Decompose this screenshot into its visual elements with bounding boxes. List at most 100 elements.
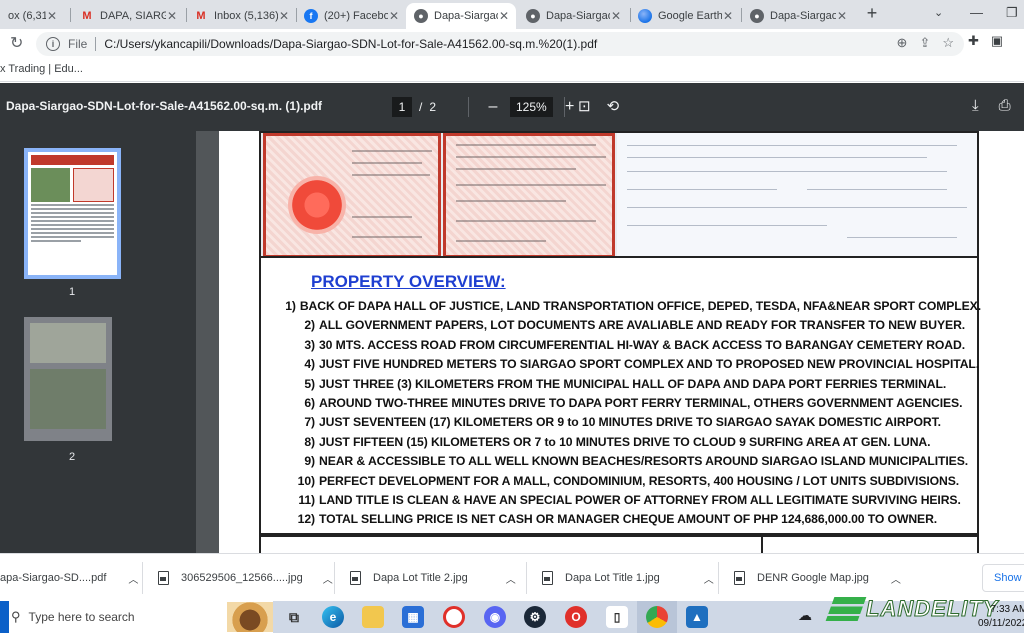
- taskbar-search-box[interactable]: ⚲ Type here to search: [9, 601, 273, 633]
- tab-label: DAPA, SIARGA: [100, 10, 166, 22]
- file-explorer-icon[interactable]: [362, 606, 384, 628]
- close-icon[interactable]: ✕: [46, 9, 58, 23]
- maximize-icon[interactable]: ❐: [1006, 5, 1018, 21]
- steam-icon[interactable]: ⚙: [524, 606, 546, 628]
- overview-title: PROPERTY OVERVIEW:: [311, 272, 506, 291]
- print-icon[interactable]: ⎙: [999, 97, 1011, 114]
- address-bar[interactable]: i File C:/Users/ykancapili/Downloads/Dap…: [36, 32, 964, 56]
- earth-icon: [638, 9, 652, 23]
- discord-icon[interactable]: ◉: [484, 606, 506, 628]
- contact-table-top: [259, 535, 979, 553]
- store-icon[interactable]: ▦: [402, 606, 424, 628]
- pdf-toolbar: Dapa-Siargao-SDN-Lot-for-Sale-A41562.00-…: [0, 83, 1024, 131]
- close-icon[interactable]: ✕: [498, 9, 510, 23]
- opera-icon[interactable]: [443, 606, 465, 628]
- search-placeholder: Type here to search: [28, 610, 135, 624]
- system-clock[interactable]: 7:33 AM 09/11/2022: [978, 603, 1024, 631]
- tab-dapa-siargao[interactable]: ● Dapa-Siargao ✕: [518, 3, 628, 29]
- start-button[interactable]: [0, 601, 9, 633]
- download-item[interactable]: DENR Google Map.jpg ︿: [734, 554, 914, 602]
- close-icon[interactable]: ✕: [722, 9, 734, 23]
- bookmarks-bar: x Trading | Edu...: [0, 58, 1024, 82]
- download-icon[interactable]: ⤓: [972, 97, 979, 114]
- tab-dapa-siargao-active[interactable]: ● Dapa-Siargao ✕: [406, 3, 516, 29]
- tab-google-earth[interactable]: Google Earth ✕: [630, 3, 740, 29]
- chevron-up-icon[interactable]: ︿: [891, 571, 901, 586]
- list-item: 9) NEAR & ACCESSIBLE TO ALL WELL KNOWN BE…: [304, 454, 969, 469]
- clock-date: 09/11/2022: [978, 618, 1024, 629]
- file-icon: [734, 571, 745, 585]
- weather-icon[interactable]: ☁: [798, 607, 812, 624]
- close-icon[interactable]: ✕: [166, 9, 178, 23]
- globe-icon: ●: [414, 9, 428, 23]
- download-item[interactable]: Dapa Lot Title 2.jpg ︿: [350, 554, 530, 602]
- land-title-scan-left: [263, 133, 441, 256]
- minimize-icon[interactable]: —: [970, 5, 983, 20]
- photos-icon[interactable]: ▲: [686, 606, 708, 628]
- chevron-up-icon[interactable]: ︿: [323, 571, 333, 586]
- gmail-icon: M: [196, 10, 206, 22]
- overview-list: 1) BACK OF DAPA HALL OF JUSTICE, LAND TRA…: [281, 299, 981, 532]
- show-all-downloads-button[interactable]: Show a: [982, 564, 1024, 592]
- rotate-icon[interactable]: ⟲: [607, 97, 620, 115]
- zoom-out-button[interactable]: –: [486, 98, 500, 116]
- url-text[interactable]: C:/Users/ykancapili/Downloads/Dapa-Siarg…: [104, 37, 597, 51]
- tab-dapa-siargao-2[interactable]: ● Dapa-Siargao ✕: [742, 3, 854, 29]
- page-thumbnail-2[interactable]: [24, 317, 112, 441]
- bookmark-item[interactable]: x Trading | Edu...: [0, 63, 83, 75]
- task-view-icon[interactable]: ⧉: [283, 606, 305, 628]
- list-item: 6) AROUND TWO-THREE MINUTES DRIVE TO DAPA…: [304, 395, 963, 410]
- fit-to-page-icon[interactable]: ⊡: [578, 97, 591, 115]
- tab-gmail-inbox[interactable]: M Inbox (5,136) ✕: [186, 3, 296, 29]
- page-number-input[interactable]: 1: [392, 97, 412, 117]
- file-icon: [542, 571, 553, 585]
- tab-label: Google Earth: [658, 10, 722, 22]
- close-icon[interactable]: ✕: [610, 9, 622, 23]
- tab-strip: ox (6,312) ✕ M DAPA, SIARGA ✕ M Inbox (5…: [0, 0, 1024, 29]
- download-item[interactable]: Dapa Lot Title 1.jpg ︿: [542, 554, 722, 602]
- tab-search-chevron-icon[interactable]: ⌄: [934, 6, 943, 19]
- chevron-up-icon[interactable]: ︿: [506, 571, 516, 586]
- chevron-up-icon[interactable]: ︿: [128, 571, 138, 586]
- close-icon[interactable]: ✕: [836, 9, 848, 23]
- facebook-icon: f: [304, 9, 318, 23]
- download-item[interactable]: apa-Siargao-SD....pdf ︿: [0, 554, 140, 602]
- close-icon[interactable]: ✕: [278, 9, 290, 23]
- reload-icon[interactable]: ↻: [10, 33, 23, 53]
- tab-label: Dapa-Siargao: [546, 10, 610, 22]
- download-item[interactable]: 306529506_12566.....jpg ︿: [158, 554, 338, 602]
- page-total: 2: [429, 100, 437, 114]
- edge-icon[interactable]: e: [322, 606, 344, 628]
- bookmark-star-icon[interactable]: ☆: [942, 35, 954, 51]
- opera-gx-icon[interactable]: O: [565, 606, 587, 628]
- tab-gmail-dapa[interactable]: M DAPA, SIARGA ✕: [72, 3, 184, 29]
- notepad-icon[interactable]: ▯: [606, 606, 628, 628]
- tab-mail[interactable]: ox (6,312) ✕: [0, 3, 64, 29]
- sidebar-panel-icon[interactable]: ▣: [991, 33, 1003, 49]
- search-icon: ⚲: [11, 609, 21, 624]
- share-icon[interactable]: ⇪: [919, 35, 930, 51]
- zoom-icon[interactable]: ⊕: [897, 35, 908, 51]
- url-scheme: File: [68, 37, 88, 51]
- tab-facebook[interactable]: f (20+) Faceboo ✕: [296, 3, 406, 29]
- zoom-level-input[interactable]: 125%: [510, 97, 553, 117]
- extensions-puzzle-icon[interactable]: ✚: [968, 33, 979, 49]
- gmail-icon: M: [82, 10, 92, 22]
- pdf-document-area[interactable]: PROPERTY OVERVIEW: 1) BACK OF DAPA HALL O…: [196, 131, 1024, 553]
- globe-icon: ●: [750, 9, 764, 23]
- tax-declaration-scan: [617, 133, 977, 256]
- landelity-watermark: LANDELITY: [825, 596, 998, 622]
- page-selector: 1 / 2: [392, 97, 436, 117]
- new-tab-plus-icon[interactable]: +: [862, 3, 882, 24]
- browser-toolbar: ↻ i File C:/Users/ykancapili/Downloads/D…: [0, 29, 1024, 58]
- page-thumbnail-1[interactable]: [24, 148, 121, 279]
- chevron-up-icon[interactable]: ︿: [704, 571, 714, 586]
- download-filename: 306529506_12566.....jpg: [181, 572, 303, 584]
- pdf-page: PROPERTY OVERVIEW: 1) BACK OF DAPA HALL O…: [219, 131, 1024, 553]
- thumbnail-label: 2: [68, 451, 76, 463]
- site-info-icon[interactable]: i: [46, 37, 60, 51]
- tab-label: Dapa-Siargao: [770, 10, 836, 22]
- chrome-icon[interactable]: [646, 606, 668, 628]
- close-icon[interactable]: ✕: [388, 9, 400, 23]
- tab-label: Inbox (5,136): [214, 10, 278, 22]
